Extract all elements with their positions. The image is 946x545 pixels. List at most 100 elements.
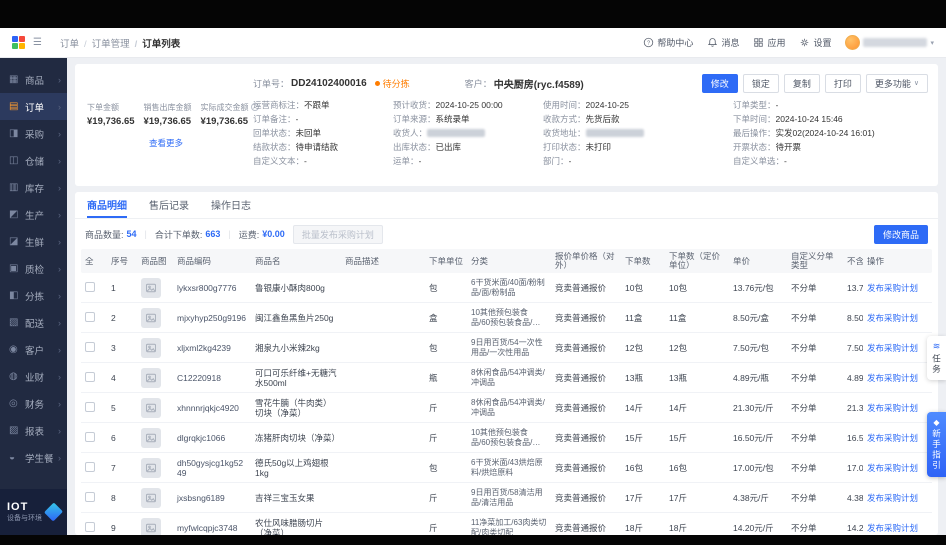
user-avatar xyxy=(845,35,861,50)
products-table: 全 序号 商品图 商品编码 商品名 商品描述 下单单位 分类 报价单价格（对外）… xyxy=(75,249,938,535)
cell-actions: 发布采购计划 xyxy=(863,523,927,533)
help-center-button[interactable]: ? 帮助中心 xyxy=(643,36,693,49)
breadcrumb-item[interactable]: 订单管理 xyxy=(79,36,130,50)
field-value: 不跟单 xyxy=(304,100,330,110)
row-checkbox[interactable] xyxy=(85,311,95,322)
tasks-float-button[interactable]: ≋ 任务 xyxy=(927,336,946,380)
cell-product-name: 闽江鑫鱼黑鱼片250g xyxy=(255,312,334,323)
col-order-qty-pricing-unit: 下单数（定价单位） xyxy=(669,252,721,270)
row-checkbox[interactable] xyxy=(85,431,95,442)
guide-label: 新手指引 xyxy=(931,429,942,471)
field-value: 2024-10-25 00:00 xyxy=(435,100,503,110)
svg-text:?: ? xyxy=(647,41,650,47)
sidebar-item[interactable]: ▨ 报表 › xyxy=(0,417,67,444)
sidebar-item[interactable]: ◎ 财务 › xyxy=(0,390,67,417)
cell-product-name: 农仕风味腊肠切片（净菜） xyxy=(255,517,324,536)
cell-index: 5 xyxy=(111,402,116,413)
cell-checkbox xyxy=(81,371,107,384)
lock-order-button[interactable]: 锁定 xyxy=(742,73,779,93)
order-actions: 修改 锁定 复制 打印 更多功能 ∨ xyxy=(701,73,928,93)
chevron-right-icon: › xyxy=(58,209,61,220)
logo-tile xyxy=(12,43,18,49)
publish-purchase-plan-link[interactable]: 发布采购计划 xyxy=(867,463,918,473)
sidebar-item[interactable]: ▤ 订单 › xyxy=(0,93,67,120)
sidebar-item-label: 业财 xyxy=(25,372,45,384)
order-detail-field: 收货地址 xyxy=(543,126,723,140)
table-toolbar: 商品数量: 54 | 合计下单数: 663 | 运费: ¥0.00 批量发布采购计划 … xyxy=(75,219,938,249)
cell-quote-sheet: 竞卖普通报价 xyxy=(555,492,607,503)
sidebar-item[interactable]: ◫ 仓储 › xyxy=(0,147,67,174)
row-checkbox[interactable] xyxy=(85,281,95,292)
order-detail-field: 使用时间 2024-10-25 xyxy=(543,98,723,112)
cell-index: 8 xyxy=(111,492,116,503)
sidebar-item[interactable]: ◨ 采购 › xyxy=(0,120,67,147)
publish-purchase-plan-link[interactable]: 发布采购计划 xyxy=(867,433,918,443)
edit-products-button[interactable]: 修改商品 xyxy=(873,224,928,244)
row-checkbox[interactable] xyxy=(85,461,95,472)
publish-purchase-plan-link[interactable]: 发布采购计划 xyxy=(867,493,918,503)
col-select-all[interactable]: 全 xyxy=(81,257,107,266)
publish-purchase-plan-link[interactable]: 发布采购计划 xyxy=(867,403,918,413)
apps-button[interactable]: 应用 xyxy=(753,36,785,49)
row-checkbox[interactable] xyxy=(85,401,95,412)
sidebar-item[interactable]: ▦ 商品 › xyxy=(0,66,67,93)
sidebar-item-label: 采购 xyxy=(25,129,45,141)
cell-split-type: 不分单 xyxy=(791,492,817,503)
order-detail-field: 最后操作 实发02(2024-10-24 16:01) xyxy=(733,126,928,140)
user-menu[interactable]: ▾ xyxy=(845,35,934,50)
copy-order-button[interactable]: 复制 xyxy=(783,73,820,93)
menu-collapse-icon[interactable]: ☰ xyxy=(33,37,42,48)
field-value: 未打印 xyxy=(585,142,612,152)
sidebar-item[interactable]: ◧ 分拣 › xyxy=(0,282,67,309)
cell-order-qty: 11盒 xyxy=(625,312,643,323)
more-actions-button[interactable]: 更多功能 ∨ xyxy=(865,73,928,93)
publish-purchase-plan-link[interactable]: 发布采购计划 xyxy=(867,343,918,353)
sidebar-item[interactable]: ◩ 生产 › xyxy=(0,201,67,228)
sidebar-item[interactable]: ▥ 库存 › xyxy=(0,174,67,201)
sidebar-item[interactable]: ◉ 客户 › xyxy=(0,336,67,363)
sidebar-item-label: 财务 xyxy=(25,399,45,411)
product-image-placeholder xyxy=(141,367,161,388)
order-detail-field: 出库状态 已出库 xyxy=(393,140,533,154)
row-checkbox[interactable] xyxy=(85,491,95,502)
total-order-qty: 合计下单数: 663 xyxy=(154,229,221,240)
status-dot xyxy=(374,80,380,86)
publish-purchase-plan-link[interactable]: 发布采购计划 xyxy=(867,373,918,383)
col-product-code: 商品编码 xyxy=(177,256,212,266)
sidebar-iot-widget[interactable]: IOT 设备与环境 xyxy=(0,489,67,535)
field-value: 2024-10-25 xyxy=(585,100,630,110)
sidebar-item[interactable]: ◪ 生鲜 › xyxy=(0,228,67,255)
print-order-button[interactable]: 打印 xyxy=(824,73,861,93)
order-stat: 实际成交金额? ¥19,736.65 xyxy=(201,102,259,127)
field-value: 实发02(2024-10-24 16:01) xyxy=(775,128,875,138)
tab-aftersale-records[interactable]: 售后记录 xyxy=(149,192,189,218)
tab-product-details[interactable]: 商品明细 xyxy=(87,192,127,218)
messages-button[interactable]: 消息 xyxy=(707,36,739,49)
row-checkbox[interactable] xyxy=(85,371,95,382)
publish-purchase-plan-link[interactable]: 发布采购计划 xyxy=(867,523,918,533)
batch-publish-purchase-plan-button[interactable]: 批量发布采购计划 xyxy=(292,224,383,244)
settings-button[interactable]: 设置 xyxy=(799,36,831,49)
cell-product-name: 湘泉九小米辣2kg xyxy=(255,342,320,353)
sidebar-item[interactable]: ▧ 配送 › xyxy=(0,309,67,336)
publish-purchase-plan-link[interactable]: 发布采购计划 xyxy=(867,283,918,293)
sidebar-item[interactable]: ▣ 质检 › xyxy=(0,255,67,282)
customer-value: 中央厨房(ryc.f4589) xyxy=(493,79,584,91)
row-checkbox[interactable] xyxy=(85,521,95,532)
sidebar-item[interactable]: ◒ 学生餐 › xyxy=(0,444,67,471)
sidebar-item-icon: ◨ xyxy=(9,128,19,139)
sidebar-item[interactable]: ◍ 业财 › xyxy=(0,363,67,390)
order-stat: 下单金额? ¥19,736.65 xyxy=(87,102,135,127)
row-checkbox[interactable] xyxy=(85,341,95,352)
cell-product-code: mjxyhyp250g9196 xyxy=(177,312,246,323)
cell-split-type: 不分单 xyxy=(791,372,817,383)
view-more-link[interactable]: 查看更多 xyxy=(87,137,245,149)
edit-order-button[interactable]: 修改 xyxy=(701,73,738,93)
breadcrumb-item[interactable]: 订单 xyxy=(60,36,79,50)
publish-purchase-plan-link[interactable]: 发布采购计划 xyxy=(867,313,918,323)
cell-product-code: dlgrqkjc1066 xyxy=(177,432,226,443)
cell-order-unit: 盒 xyxy=(429,312,438,323)
cell-order-unit: 斤 xyxy=(429,492,438,503)
tab-operation-logs[interactable]: 操作日志 xyxy=(211,192,251,218)
guide-float-button[interactable]: ◆ 新手指引 xyxy=(927,412,946,477)
